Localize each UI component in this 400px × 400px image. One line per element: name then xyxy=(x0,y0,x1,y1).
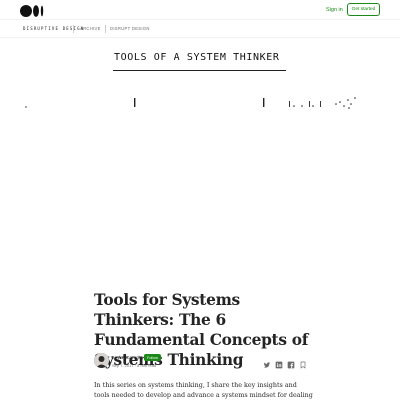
author-avatar[interactable] xyxy=(94,353,109,368)
read-time: 8 min read xyxy=(137,363,157,368)
publish-date: Sep 7, 2017 xyxy=(112,363,134,368)
topbar-divider xyxy=(0,19,400,20)
hero-underline xyxy=(113,70,286,71)
sign-in-link[interactable]: Sign in xyxy=(326,6,343,14)
nav-archive-link[interactable]: ARCHIVE xyxy=(80,26,101,32)
get-started-button[interactable]: Get started xyxy=(347,3,380,16)
avatar-portrait-icon xyxy=(94,353,109,368)
nav-disrupt-design-link[interactable]: DISRUPT DESIGN xyxy=(110,26,150,32)
bookmark-icon[interactable] xyxy=(299,361,307,369)
publication-logo[interactable]: DISRUPTIVE DESIGN xyxy=(23,26,84,32)
share-icons xyxy=(263,361,307,369)
hero-illustration-title: TOOLS OF A SYSTEM THINKER xyxy=(114,52,280,63)
nav-bottom-divider xyxy=(0,37,400,38)
nav-divider xyxy=(105,25,106,33)
linkedin-icon[interactable] xyxy=(275,361,283,369)
follow-button[interactable]: Follow xyxy=(144,354,161,361)
medium-logo-icon[interactable] xyxy=(20,5,48,17)
article-meta: Sep 7, 2017 · 8 min read xyxy=(112,363,156,369)
twitter-icon[interactable] xyxy=(263,361,271,369)
hero-illustration-marks xyxy=(25,97,356,109)
article-intro: In this series on systems thinking, I sh… xyxy=(94,381,313,399)
nav-divider xyxy=(73,25,74,33)
author-name[interactable]: Leyla Acaroglu xyxy=(112,355,142,361)
facebook-icon[interactable] xyxy=(287,361,295,369)
